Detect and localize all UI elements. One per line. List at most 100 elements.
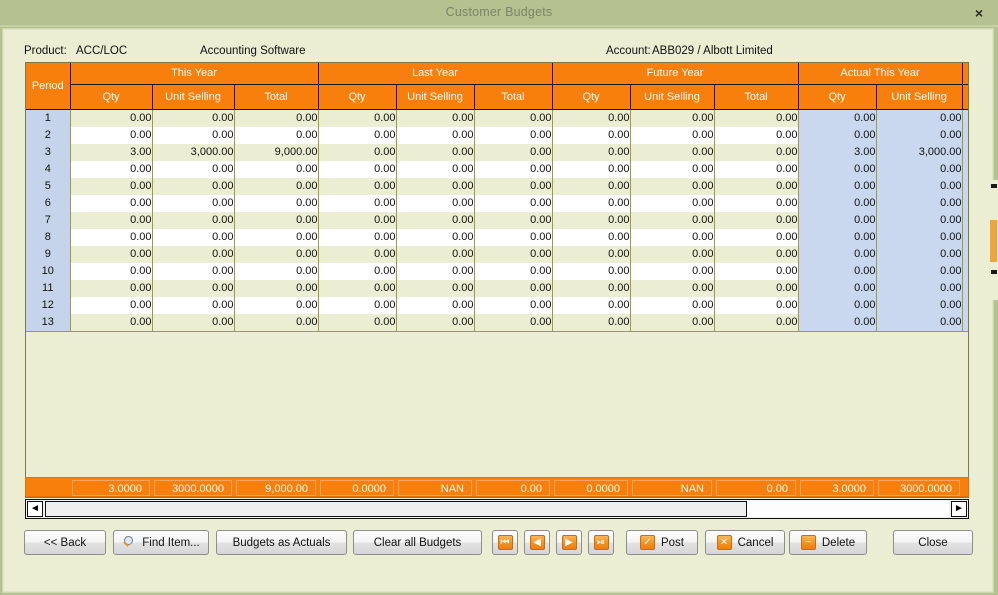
grid-cell[interactable]: 3.00 [798,144,876,161]
grid-cell[interactable]: 0.00 [234,161,318,178]
grid-cell[interactable]: 0.00 [798,263,876,280]
grid-cell[interactable]: 0.00 [552,127,630,144]
grid-cell[interactable]: 0.00 [318,314,396,332]
grid-cell[interactable]: 0.00 [396,110,474,128]
grid-cell[interactable]: 0.00 [70,212,152,229]
grid-cell[interactable]: 0.00 [474,195,552,212]
grid-cell[interactable]: 0.00 [876,246,962,263]
grid-cell[interactable]: 0.00 [876,195,962,212]
scrollbar-thumb[interactable] [45,501,747,517]
grid-cell[interactable]: 0.00 [876,263,962,280]
grid-cell[interactable]: 0.00 [474,280,552,297]
grid-cell[interactable]: 0.00 [70,127,152,144]
grid-cell[interactable]: 0.00 [474,110,552,128]
grid-cell[interactable]: 0.00 [474,297,552,314]
col-future-year-total[interactable]: Total [714,85,798,110]
col-this-year-total[interactable]: Total [234,85,318,110]
grid-cell[interactable]: 0.00 [234,246,318,263]
grid-cell[interactable]: 0.00 [396,161,474,178]
post-button[interactable]: ✓ Post [626,530,698,555]
cancel-button[interactable]: ✕ Cancel [705,530,785,555]
budgets-grid[interactable]: Period This Year Last Year Future Year A… [25,62,969,498]
previous-record-button[interactable]: ◀ [524,530,550,555]
grid-cell[interactable]: 0.00 [714,314,798,332]
grid-cell[interactable]: 0.00 [318,229,396,246]
grid-cell[interactable]: 0.00 [70,263,152,280]
period-cell[interactable]: 10 [26,263,70,280]
grid-cell[interactable]: 0.00 [474,229,552,246]
period-cell[interactable]: 3 [26,144,70,161]
grid-cell[interactable]: 0.00 [474,178,552,195]
col-group-actual-this-year[interactable]: Actual This Year [798,63,962,85]
grid-cell[interactable]: 0.00 [714,110,798,128]
grid-cell[interactable]: 0.00 [798,280,876,297]
table-row[interactable]: 60.000.000.000.000.000.000.000.000.000.0… [26,195,968,212]
grid-cell[interactable]: 0.00 [234,297,318,314]
period-cell[interactable]: 8 [26,229,70,246]
grid-cell[interactable]: 0.00 [552,212,630,229]
grid-cell[interactable]: 0.00 [152,127,234,144]
close-button[interactable]: Close [893,530,973,555]
grid-cell[interactable]: 0.00 [152,280,234,297]
grid-cell[interactable]: 0.00 [318,212,396,229]
grid-cell[interactable]: 0.00 [630,314,714,332]
grid-cell[interactable]: 0.00 [714,297,798,314]
grid-cell[interactable]: 0.00 [70,229,152,246]
grid-cell[interactable]: 9,000.00 [234,144,318,161]
grid-cell[interactable]: 0.00 [152,229,234,246]
table-row[interactable]: 100.000.000.000.000.000.000.000.000.000.… [26,263,968,280]
grid-cell[interactable]: 0.00 [396,280,474,297]
grid-cell[interactable]: 0.00 [798,246,876,263]
grid-cell[interactable]: 0.00 [396,127,474,144]
col-group-period[interactable]: Period [26,63,70,110]
table-row[interactable]: 120.000.000.000.000.000.000.000.000.000.… [26,297,968,314]
grid-cell[interactable]: 0.00 [714,280,798,297]
col-last-year-qty[interactable]: Qty [318,85,396,110]
grid-cell[interactable]: 0.00 [876,297,962,314]
budgets-as-actuals-button[interactable]: Budgets as Actuals [216,530,347,555]
grid-cell[interactable]: 0.00 [396,246,474,263]
period-cell[interactable]: 11 [26,280,70,297]
table-row[interactable]: 130.000.000.000.000.000.000.000.000.000.… [26,314,968,332]
table-row[interactable]: 10.000.000.000.000.000.000.000.000.000.0… [26,110,968,128]
grid-cell[interactable]: 0.00 [552,178,630,195]
grid-cell[interactable]: 0.00 [474,161,552,178]
grid-cell[interactable]: 0.00 [552,110,630,128]
col-actual-unit[interactable]: Unit Selling [876,85,962,110]
grid-cell[interactable]: 0.00 [70,280,152,297]
grid-cell[interactable]: 0.00 [152,178,234,195]
grid-cell[interactable]: 0.00 [552,297,630,314]
grid-cell[interactable]: 0.00 [474,246,552,263]
period-cell[interactable]: 5 [26,178,70,195]
grid-cell[interactable]: 0.00 [318,246,396,263]
grid-cell[interactable]: 0.00 [552,161,630,178]
table-row[interactable]: 90.000.000.000.000.000.000.000.000.000.0… [26,246,968,263]
grid-cell[interactable]: 0.00 [152,246,234,263]
find-item-button[interactable]: Find Item... [113,530,209,555]
grid-horizontal-scrollbar[interactable]: ◄ ► [25,499,969,519]
grid-cell[interactable]: 0.00 [798,195,876,212]
grid-cell[interactable]: 0.00 [630,246,714,263]
grid-cell[interactable]: 0.00 [798,297,876,314]
period-cell[interactable]: 12 [26,297,70,314]
grid-cell[interactable]: 0.00 [152,212,234,229]
first-record-button[interactable]: ⏮ [492,530,518,555]
grid-cell[interactable]: 0.00 [234,110,318,128]
grid-cell[interactable]: 0.00 [234,212,318,229]
grid-cell[interactable]: 0.00 [318,195,396,212]
table-row[interactable]: 40.000.000.000.000.000.000.000.000.000.0… [26,161,968,178]
grid-cell[interactable]: 0.00 [714,127,798,144]
grid-cell[interactable]: 0.00 [552,229,630,246]
grid-cell[interactable]: 0.00 [630,178,714,195]
grid-cell[interactable]: 0.00 [474,144,552,161]
grid-cell[interactable]: 0.00 [876,110,962,128]
period-cell[interactable]: 7 [26,212,70,229]
grid-cell[interactable]: 0.00 [630,280,714,297]
delete-button[interactable]: − Delete [789,530,867,555]
grid-cell[interactable]: 0.00 [798,314,876,332]
grid-cell[interactable]: 0.00 [152,161,234,178]
grid-cell[interactable]: 0.00 [876,212,962,229]
scroll-right-arrow-icon[interactable]: ► [951,501,967,517]
grid-cell[interactable]: 0.00 [876,280,962,297]
grid-cell[interactable]: 3.00 [70,144,152,161]
